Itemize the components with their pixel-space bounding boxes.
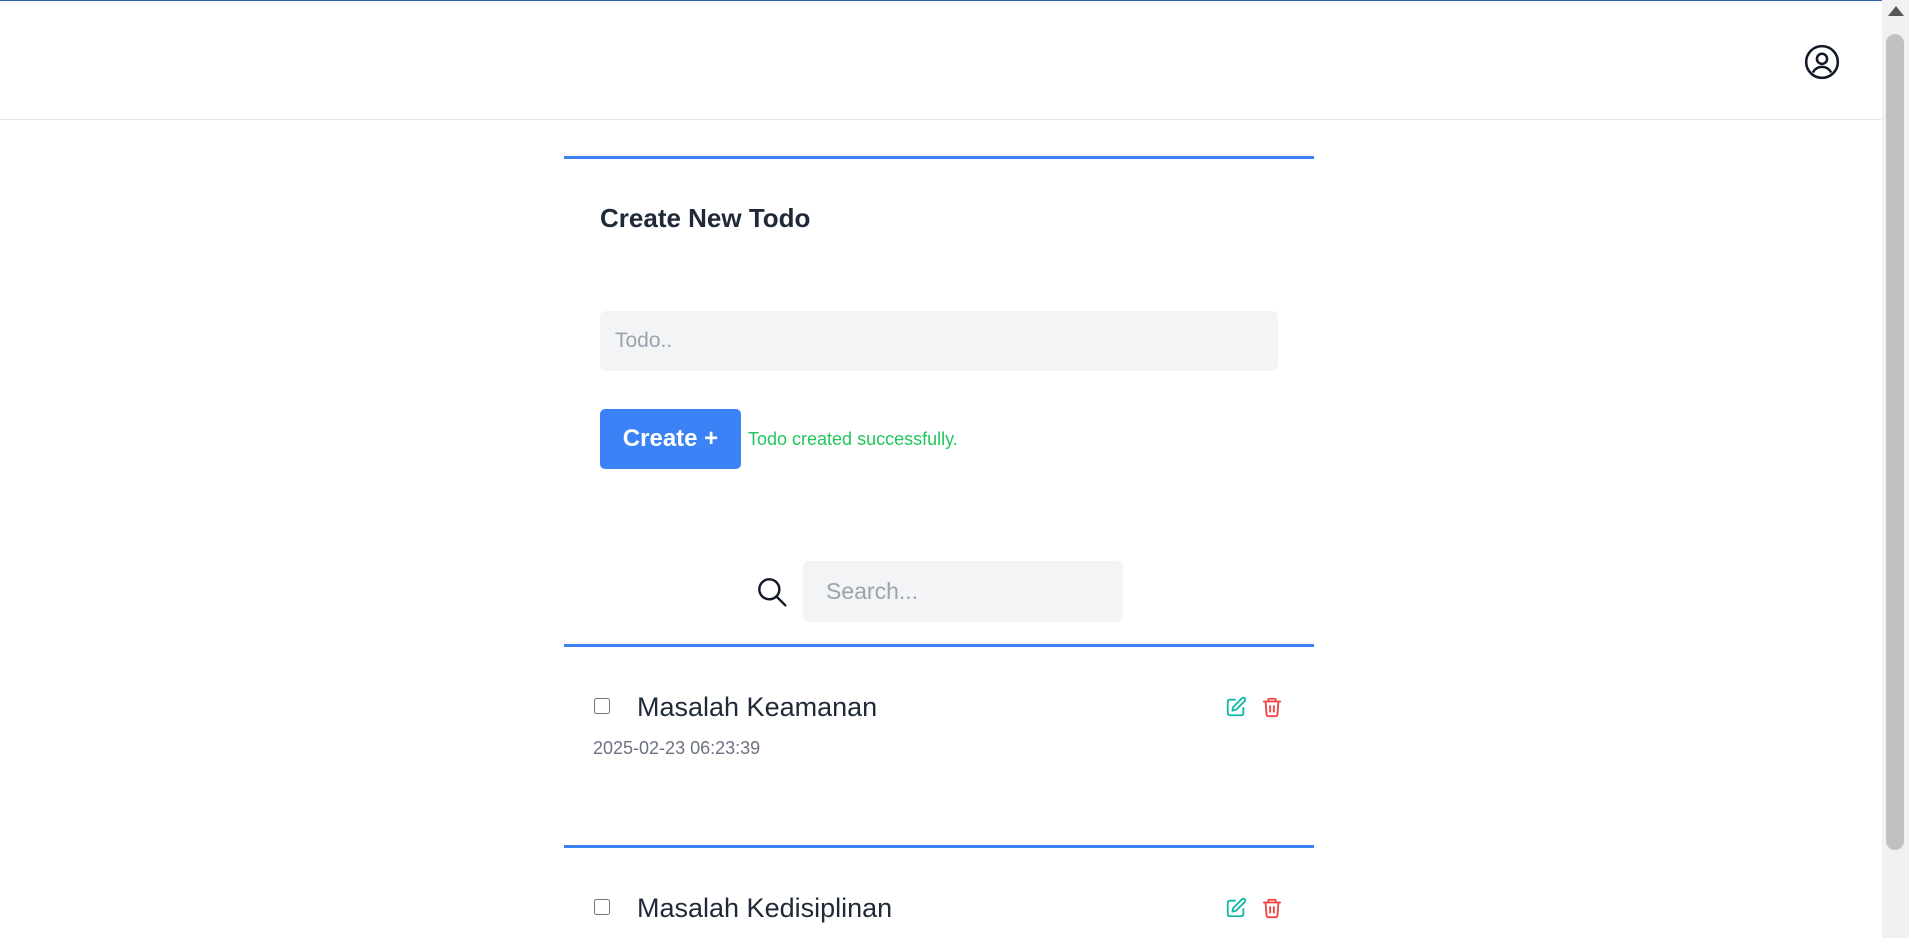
vertical-scrollbar[interactable] — [1882, 0, 1909, 938]
todo-input[interactable] — [600, 311, 1278, 371]
edit-button[interactable] — [1223, 694, 1249, 720]
search-input[interactable] — [803, 561, 1123, 622]
todo-item: Masalah Kedisiplinan — [564, 845, 1314, 948]
todo-text: Masalah Kedisiplinan — [637, 893, 893, 923]
edit-icon — [1226, 897, 1247, 918]
create-button[interactable]: Create + — [600, 409, 741, 469]
edit-icon — [1226, 696, 1247, 717]
trash-icon — [1262, 898, 1282, 919]
todo-item: Masalah Keamanan 2025-02-23 06:23:39 — [564, 644, 1314, 847]
delete-button[interactable] — [1259, 895, 1285, 921]
success-message: Todo created successfully. — [748, 429, 958, 449]
scrollbar-thumb[interactable] — [1886, 34, 1904, 850]
edit-button[interactable] — [1223, 895, 1249, 921]
search-icon — [758, 578, 787, 607]
todo-checkbox[interactable] — [594, 698, 610, 714]
todo-checkbox[interactable] — [594, 899, 610, 915]
create-todo-title: Create New Todo — [600, 203, 811, 233]
trash-icon — [1262, 697, 1282, 718]
todo-text: Masalah Keamanan — [637, 692, 878, 722]
profile-button[interactable] — [1802, 42, 1842, 82]
delete-button[interactable] — [1259, 694, 1285, 720]
todo-date: 2025-02-23 06:23:39 — [593, 738, 761, 758]
scroll-up-arrow-icon[interactable] — [1888, 6, 1904, 16]
user-circle-icon — [1804, 44, 1840, 80]
navbar — [0, 1, 1882, 120]
